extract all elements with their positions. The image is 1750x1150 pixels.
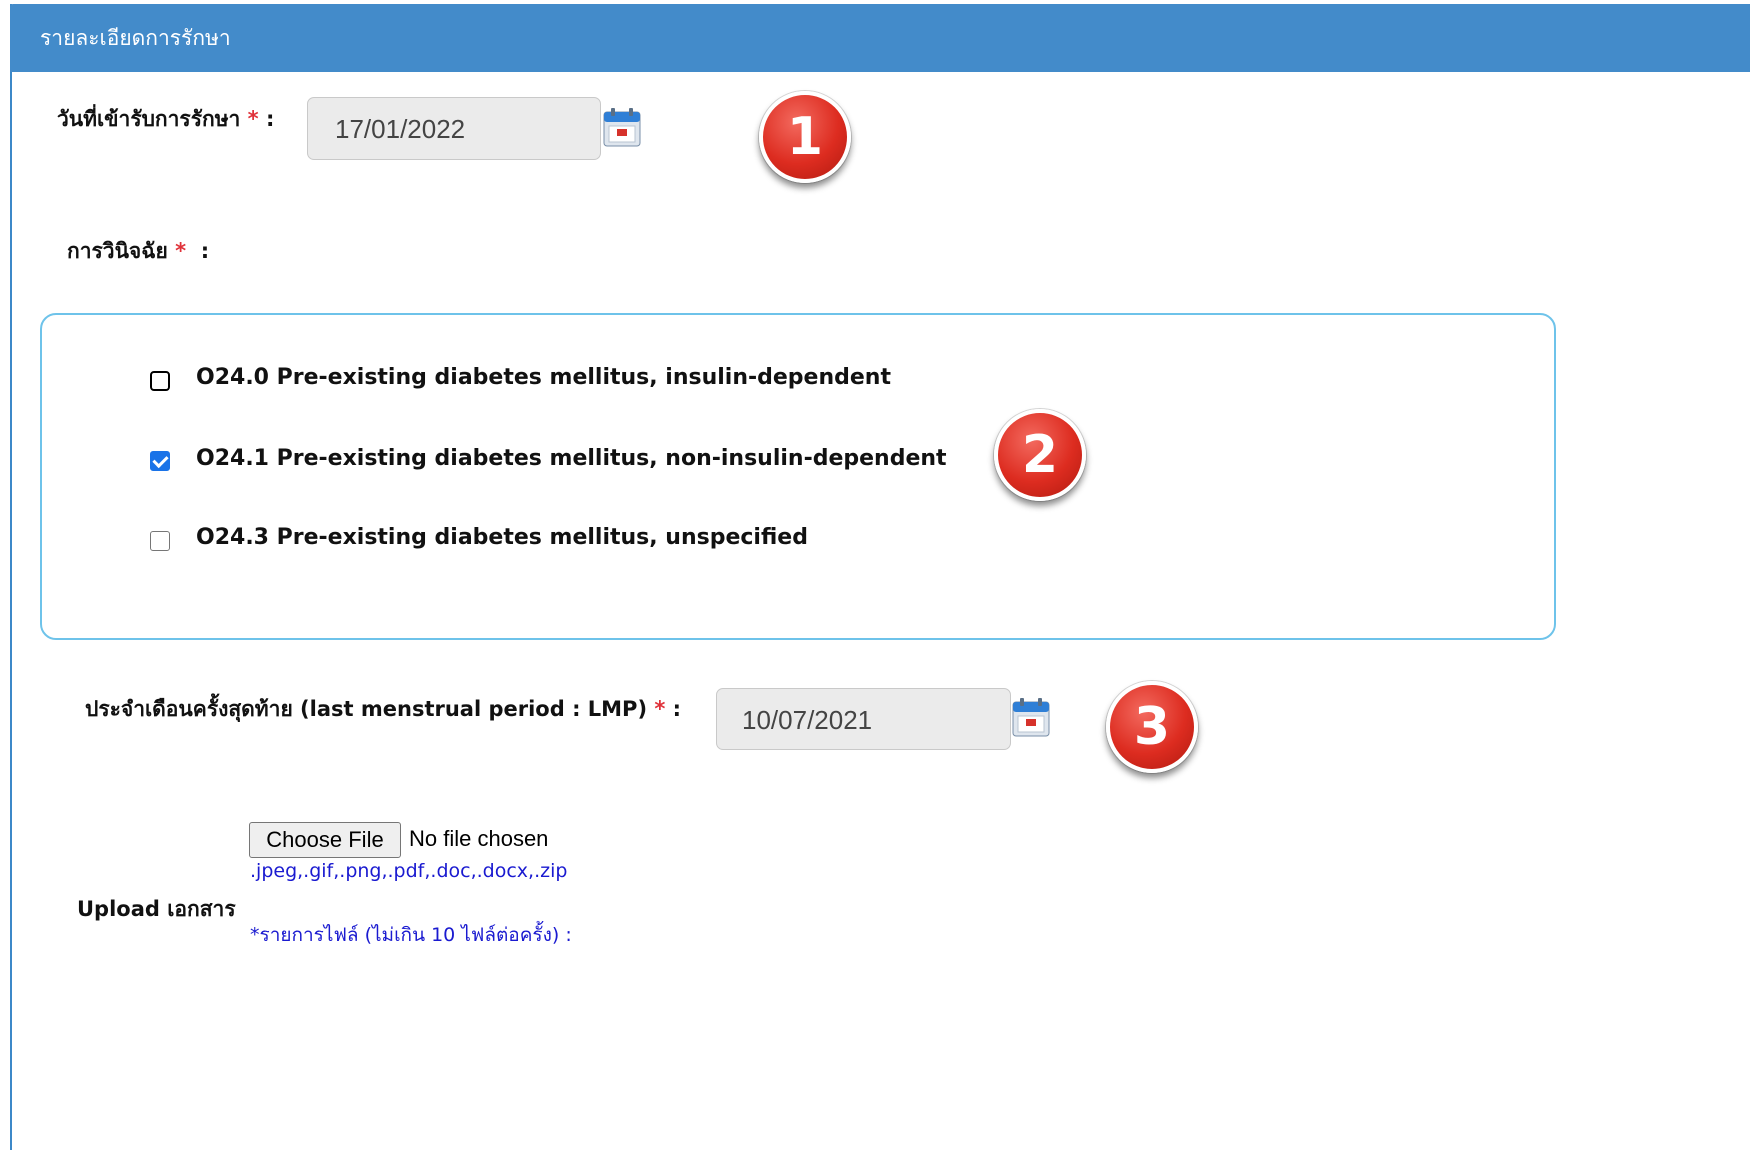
- file-status: No file chosen: [409, 826, 549, 851]
- calendar-icon[interactable]: [603, 108, 641, 148]
- checkbox-unchecked[interactable]: [150, 371, 170, 391]
- file-list-note: *รายการไฟล์ (ไม่เกิน 10 ไฟล์ต่อครั้ง) :: [250, 924, 572, 946]
- required-mark: *: [175, 239, 187, 263]
- admission-date-label: วันที่เข้ารับการรักษา * :: [57, 107, 275, 131]
- diagnosis-label: การวินิจฉัย * :: [67, 239, 210, 263]
- lmp-label: ประจำเดือนครั้งสุดท้าย (last menstrual p…: [85, 697, 682, 721]
- step-badge-2: 2: [994, 409, 1086, 501]
- calendar-icon[interactable]: [1012, 698, 1050, 738]
- panel-title: รายละเอียดการรักษา: [40, 26, 231, 50]
- allowed-file-types: .jpeg,.gif,.png,.pdf,.doc,.docx,.zip: [250, 860, 568, 882]
- lmp-date-input[interactable]: 10/07/2021: [716, 688, 1011, 750]
- diagnosis-option-o24-1[interactable]: O24.1 Pre-existing diabetes mellitus, no…: [150, 443, 947, 473]
- required-mark: *: [247, 107, 259, 131]
- step-badge-3: 3: [1106, 681, 1198, 773]
- checkbox-checked[interactable]: [150, 451, 170, 471]
- panel-header: รายละเอียดการรักษา: [10, 4, 1750, 72]
- choose-file-button[interactable]: Choose File: [249, 822, 401, 858]
- step-badge-1: 1: [759, 91, 851, 183]
- diagnosis-option-o24-3[interactable]: O24.3 Pre-existing diabetes mellitus, un…: [150, 522, 808, 552]
- checkbox-unchecked[interactable]: [150, 531, 170, 551]
- admission-date-input[interactable]: 17/01/2022: [307, 97, 601, 160]
- diagnosis-option-o24-0[interactable]: O24.0 Pre-existing diabetes mellitus, in…: [150, 362, 891, 392]
- upload-label: Upload เอกสาร: [77, 897, 236, 921]
- required-mark: *: [654, 697, 666, 721]
